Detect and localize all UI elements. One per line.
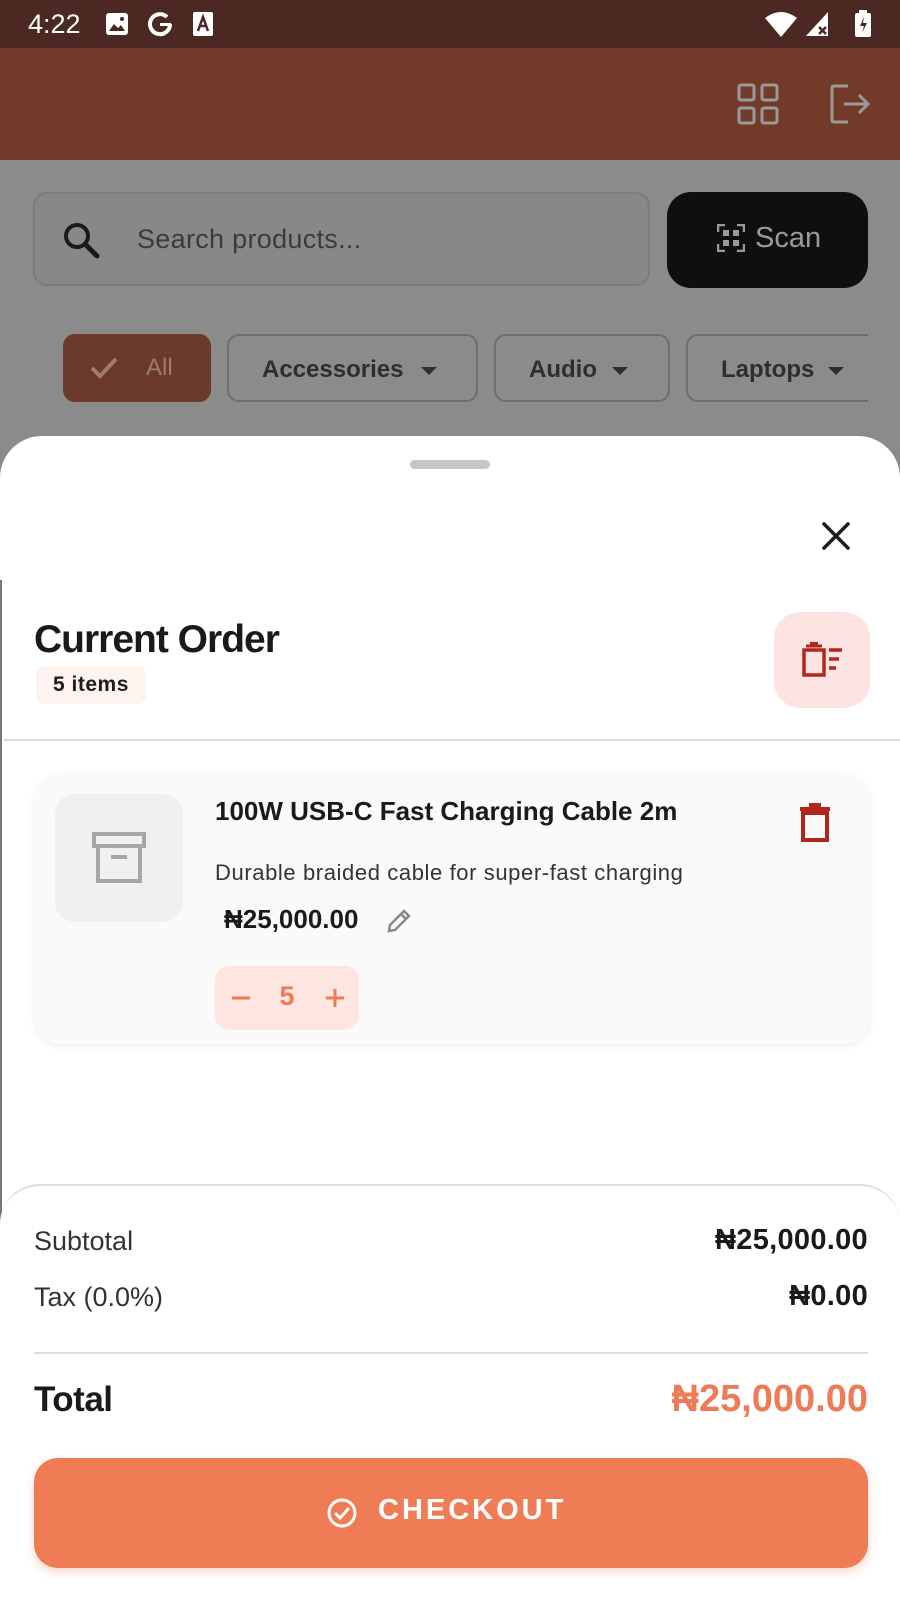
search-icon — [64, 223, 100, 259]
order-summary: Subtotal ₦25,000.00 Tax (0.0%) ₦0.00 Tot… — [0, 1184, 900, 1600]
item-count-badge: 5 items — [36, 666, 146, 704]
clear-order-button[interactable] — [774, 612, 870, 708]
order-item-card: 100W USB-C Fast Charging Cable 2m Durabl… — [35, 774, 870, 1044]
check-circle-icon — [327, 1498, 357, 1528]
search-placeholder: Search products... — [137, 224, 362, 254]
scan-button[interactable]: Scan — [667, 192, 868, 288]
wifi-icon — [765, 12, 797, 37]
divider — [34, 1352, 868, 1354]
product-name: 100W USB-C Fast Charging Cable 2m — [215, 796, 678, 826]
close-icon[interactable] — [812, 512, 860, 560]
total-label: Total — [34, 1380, 113, 1419]
category-chip-all[interactable]: All — [63, 334, 211, 402]
increase-quantity-icon[interactable] — [321, 984, 349, 1012]
delete-sweep-icon — [802, 642, 842, 677]
check-icon — [90, 357, 118, 379]
chip-label: Laptops — [721, 356, 815, 383]
products-header: Search products... Scan All Accessories … — [0, 160, 900, 450]
app-bar — [0, 48, 900, 160]
chip-label: Audio — [529, 356, 597, 383]
battery-icon — [855, 10, 871, 37]
logout-icon[interactable] — [828, 82, 872, 126]
checkout-button[interactable]: CHECKOUT — [34, 1458, 868, 1568]
status-bar: 4:22 — [0, 0, 900, 48]
qr-scan-icon — [717, 224, 745, 252]
chevron-down-icon — [421, 367, 437, 375]
tax-value: ₦0.00 — [789, 1280, 868, 1312]
chevron-down-icon — [612, 367, 628, 375]
subtotal-value: ₦25,000.00 — [715, 1224, 868, 1256]
delete-icon[interactable] — [797, 802, 833, 842]
image-notification-icon — [106, 13, 128, 35]
cellular-signal-icon — [806, 12, 828, 36]
category-chip-laptops[interactable]: Laptops — [686, 334, 868, 402]
product-price: ₦25,000.00 — [224, 904, 359, 934]
chevron-down-icon — [828, 367, 844, 375]
divider — [4, 739, 900, 741]
total-value: ₦25,000.00 — [671, 1378, 869, 1420]
search-input[interactable]: Search products... — [33, 192, 650, 286]
font-notification-icon — [193, 12, 213, 36]
edit-price-icon[interactable] — [386, 908, 412, 934]
quantity-stepper: 5 — [215, 966, 359, 1030]
checkout-label: CHECKOUT — [378, 1494, 567, 1526]
google-notification-icon — [148, 12, 173, 37]
subtotal-label: Subtotal — [34, 1226, 134, 1256]
tax-label: Tax (0.0%) — [34, 1282, 164, 1312]
category-chip-accessories[interactable]: Accessories — [227, 334, 478, 402]
product-thumbnail — [55, 794, 183, 922]
scan-label: Scan — [755, 222, 822, 254]
chip-label: All — [146, 354, 173, 381]
chip-label: Accessories — [262, 356, 404, 383]
status-time: 4:22 — [28, 9, 81, 39]
archive-icon — [92, 832, 146, 883]
category-chip-audio[interactable]: Audio — [494, 334, 670, 402]
drag-handle[interactable] — [410, 460, 490, 469]
product-description: Durable braided cable for super-fast cha… — [215, 860, 684, 885]
grid-view-icon[interactable] — [736, 82, 780, 126]
order-title: Current Order — [34, 618, 280, 661]
